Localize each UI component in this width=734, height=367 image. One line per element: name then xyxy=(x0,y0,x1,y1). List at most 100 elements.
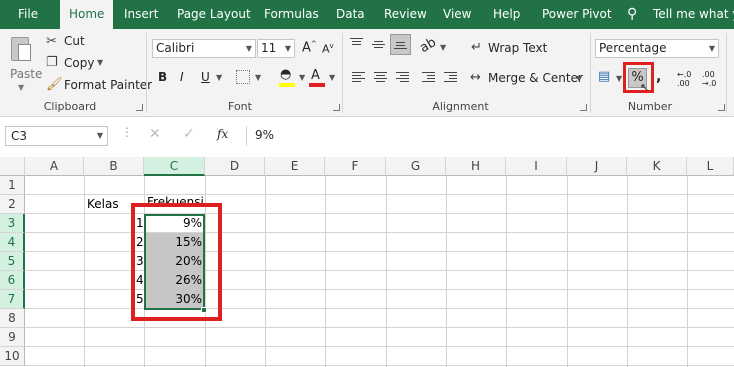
row-header-8[interactable]: 8 xyxy=(0,309,25,328)
column-header-c[interactable]: C xyxy=(144,157,205,176)
ribbon-tab-bar: File Home Insert Page Layout Formulas Da… xyxy=(0,0,734,29)
tab-file[interactable]: File xyxy=(18,0,38,29)
decrease-decimal-button[interactable]: .00 →.0 xyxy=(702,70,724,88)
tell-me-search[interactable]: Tell me what you xyxy=(653,0,734,29)
cell-b2[interactable]: Kelas xyxy=(87,195,119,214)
align-left-icon[interactable] xyxy=(352,72,365,84)
underline-button[interactable]: U xyxy=(201,70,210,84)
number-launcher-icon[interactable] xyxy=(718,104,725,111)
column-header-b[interactable]: B xyxy=(84,157,144,176)
clipboard-launcher-icon[interactable] xyxy=(136,104,143,111)
column-header-j[interactable]: J xyxy=(567,157,627,176)
underline-dropdown-icon[interactable]: ▼ xyxy=(216,73,222,82)
tab-page-layout[interactable]: Page Layout xyxy=(177,0,251,29)
paste-icon[interactable] xyxy=(8,35,36,65)
group-divider xyxy=(146,33,147,113)
font-color-dropdown-icon[interactable]: ▼ xyxy=(329,73,335,82)
group-divider xyxy=(590,33,591,113)
column-header-k[interactable]: K xyxy=(627,157,687,176)
comma-style-button[interactable]: , xyxy=(656,69,661,85)
borders-dropdown-icon[interactable]: ▼ xyxy=(255,73,261,82)
column-header-a[interactable]: A xyxy=(25,157,84,176)
borders-icon[interactable] xyxy=(236,70,250,84)
tab-formulas[interactable]: Formulas xyxy=(264,0,319,29)
row-header-1[interactable]: 1 xyxy=(0,176,25,195)
scissors-icon[interactable]: ✂ xyxy=(46,34,57,50)
accounting-dropdown-icon[interactable]: ▼ xyxy=(616,74,622,83)
enter-icon[interactable]: ✓ xyxy=(183,126,195,142)
orientation-icon[interactable]: ab xyxy=(417,35,439,56)
fill-dropdown-icon[interactable]: ▼ xyxy=(299,73,305,82)
row-header-6[interactable]: 6 xyxy=(0,271,25,290)
orientation-dropdown-icon[interactable]: ▼ xyxy=(440,43,446,52)
decrease-font-icon[interactable]: Av xyxy=(322,42,334,56)
row-header-7[interactable]: 7 xyxy=(0,290,25,309)
insert-function-icon[interactable]: fx xyxy=(217,127,228,141)
font-color-icon[interactable]: A xyxy=(311,68,320,83)
bold-button[interactable]: B xyxy=(158,70,167,84)
tab-help[interactable]: Help xyxy=(493,0,520,29)
row-header-5[interactable]: 5 xyxy=(0,252,25,271)
column-header-i[interactable]: I xyxy=(506,157,567,176)
column-header-e[interactable]: E xyxy=(265,157,325,176)
row-header-4[interactable]: 4 xyxy=(0,233,25,252)
row-header-9[interactable]: 9 xyxy=(0,328,25,347)
top-align-icon[interactable] xyxy=(350,38,363,47)
column-header-d[interactable]: D xyxy=(205,157,265,176)
row-header-2[interactable]: 2 xyxy=(0,195,25,214)
format-painter-button[interactable]: Format Painter xyxy=(64,78,152,92)
formula-bar: C3 ▼ ⋮ ✕ ✓ fx 9% xyxy=(0,123,734,149)
increase-decimal-button[interactable]: ←.0 .00 xyxy=(677,70,699,88)
tab-home[interactable]: Home xyxy=(60,0,114,29)
font-group-label: Font xyxy=(228,100,252,113)
paste-dropdown-icon[interactable]: ▼ xyxy=(18,83,24,92)
name-box-value: C3 xyxy=(11,129,28,143)
row-header-3[interactable]: 3 xyxy=(0,214,25,233)
format-painter-icon[interactable]: 🖌 xyxy=(46,77,63,93)
decrease-indent-icon[interactable] xyxy=(422,72,435,84)
copy-button[interactable]: Copy xyxy=(64,56,94,70)
middle-align-icon[interactable] xyxy=(372,41,385,50)
column-header-g[interactable]: G xyxy=(386,157,446,176)
wrap-text-icon[interactable]: ↵ xyxy=(471,40,482,56)
name-box[interactable]: C3 ▼ xyxy=(5,126,108,146)
wrap-text-button[interactable]: Wrap Text xyxy=(488,41,547,55)
column-header-h[interactable]: H xyxy=(446,157,506,176)
paste-label[interactable]: Paste xyxy=(10,67,42,81)
copy-dropdown-icon[interactable]: ▼ xyxy=(97,58,103,67)
align-right-icon[interactable] xyxy=(396,72,409,84)
tab-power-pivot[interactable]: Power Pivot xyxy=(542,0,612,29)
copy-icon[interactable]: ❐ xyxy=(46,55,58,71)
fill-color-icon[interactable]: ◓ xyxy=(280,67,291,82)
font-size-combo[interactable]: 11 ▼ xyxy=(257,39,295,58)
tab-data[interactable]: Data xyxy=(336,0,365,29)
merge-center-button[interactable]: Merge & Center xyxy=(488,71,583,85)
tab-review[interactable]: Review xyxy=(384,0,427,29)
drag-handle-icon[interactable]: ⋮ xyxy=(121,125,133,139)
column-header-f[interactable]: F xyxy=(325,157,386,176)
increase-indent-icon[interactable] xyxy=(444,72,457,84)
font-launcher-icon[interactable] xyxy=(333,104,340,111)
formula-input[interactable]: 9% xyxy=(246,126,734,146)
merge-dropdown-icon[interactable]: ▼ xyxy=(576,74,582,83)
tab-view[interactable]: View xyxy=(443,0,471,29)
font-name-combo[interactable]: Calibri ▼ xyxy=(152,39,256,58)
merge-center-icon[interactable]: ↔ xyxy=(470,70,481,86)
bottom-align-button[interactable] xyxy=(390,34,411,55)
worksheet-grid[interactable]: A B C D E F G H I J K L 1 2 3 4 5 6 7 8 … xyxy=(0,157,734,367)
number-format-combo[interactable]: Percentage ▼ xyxy=(595,39,719,58)
select-all-corner[interactable] xyxy=(0,157,25,176)
formula-content: 9% xyxy=(255,128,275,142)
alignment-launcher-icon[interactable] xyxy=(580,104,587,111)
column-header-l[interactable]: L xyxy=(687,157,734,176)
cancel-icon[interactable]: ✕ xyxy=(149,126,161,142)
cut-button[interactable]: Cut xyxy=(64,34,85,48)
increase-font-icon[interactable]: A^ xyxy=(302,40,317,55)
row-header-10[interactable]: 10 xyxy=(0,347,25,366)
font-name-value: Calibri xyxy=(156,41,195,55)
align-center-icon[interactable] xyxy=(374,72,387,84)
tab-insert[interactable]: Insert xyxy=(124,0,158,29)
accounting-format-icon[interactable]: ▤ xyxy=(598,69,610,85)
lightbulb-icon: ⚲ xyxy=(627,6,638,22)
italic-button[interactable]: I xyxy=(180,70,184,84)
